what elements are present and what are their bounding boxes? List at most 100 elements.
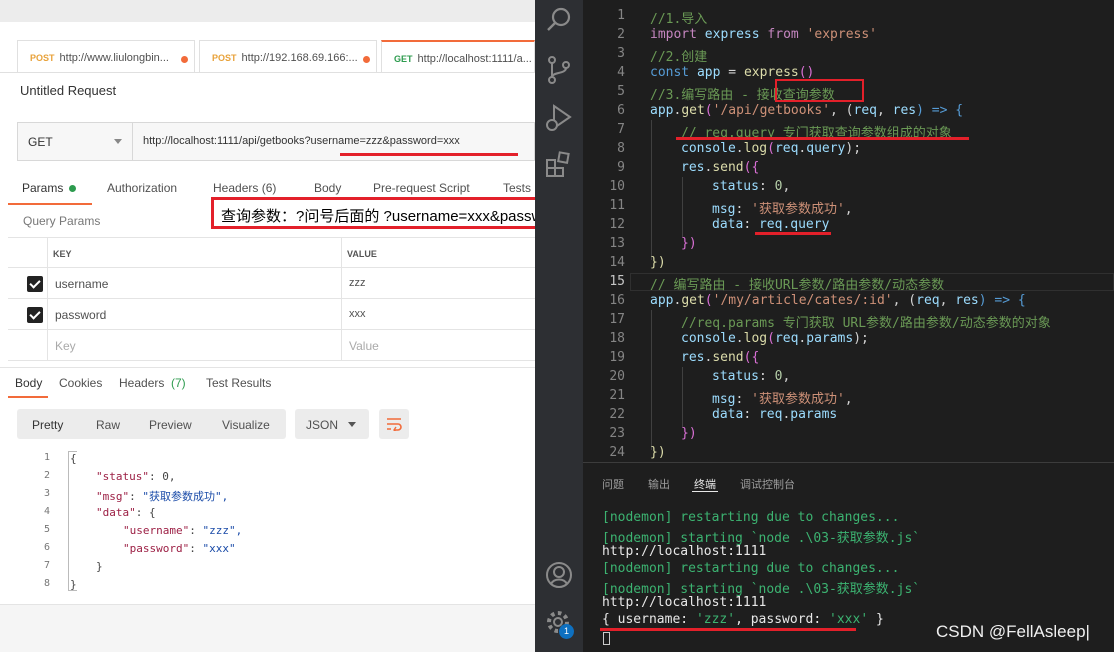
format-value: JSON <box>306 418 339 432</box>
request-tab-2[interactable]: POST http://192.168.69.166:... <box>199 40 377 73</box>
run-debug-icon[interactable] <box>541 100 577 136</box>
indent-guide <box>682 177 683 237</box>
code-line: res.send({ <box>681 160 760 175</box>
indent-guide <box>682 367 683 427</box>
line-number: 12 <box>609 217 625 232</box>
code-line: data: req.query <box>712 217 830 232</box>
response-tab-headers[interactable]: Headers <box>119 376 164 390</box>
postman-titlebar <box>0 0 535 22</box>
status-area <box>0 604 535 652</box>
code-line: msg: '获取参数成功', <box>712 392 853 407</box>
param-key[interactable]: username <box>55 277 108 291</box>
line-number: 23 <box>609 426 625 441</box>
terminal-line: http://localhost:1111 <box>602 544 767 559</box>
json-line: } <box>70 578 77 591</box>
response-tab-body[interactable]: Body <box>15 376 42 390</box>
source-control-icon[interactable] <box>541 52 577 88</box>
line-number: 2 <box>43 470 50 481</box>
json-value: 0, <box>155 470 176 483</box>
terminal-output-object: { username: 'zzz', password: 'xxx' } <box>602 612 884 627</box>
response-tab-cookies[interactable]: Cookies <box>59 376 102 390</box>
checkbox-password[interactable] <box>27 307 43 323</box>
code-line: msg: '获取参数成功', <box>712 202 853 217</box>
key-column-header: KEY <box>53 249 72 259</box>
code-line: // 编写路由 - 接收URL参数/路由参数/动态参数 <box>650 278 945 293</box>
line-number: 9 <box>617 160 625 175</box>
response-tab-test-results[interactable]: Test Results <box>206 376 271 390</box>
panel-tab-problems[interactable]: 问题 <box>602 476 624 492</box>
line-number: 5 <box>43 524 50 535</box>
line-number: 14 <box>609 255 625 270</box>
activity-bar <box>535 0 583 652</box>
view-preview[interactable]: Preview <box>149 418 192 432</box>
tab-method: GET <box>394 54 413 64</box>
line-number: 4 <box>617 65 625 80</box>
wrap-lines-button[interactable] <box>379 409 409 439</box>
response-body: 1 2 3 4 5 6 7 8 { "status": 0, "msg": "获… <box>0 449 535 609</box>
panel-tab-output[interactable]: 输出 <box>648 476 670 492</box>
line-number: 3 <box>617 46 625 61</box>
value-placeholder[interactable]: Value <box>349 339 379 353</box>
tab-body[interactable]: Body <box>314 181 341 195</box>
json-line: { <box>70 452 77 465</box>
unsaved-dot <box>181 56 188 63</box>
view-visualize[interactable]: Visualize <box>222 418 270 432</box>
line-number: 1 <box>43 452 50 463</box>
line-number: 21 <box>609 388 625 403</box>
table-row: username zzz <box>8 268 535 299</box>
param-value[interactable]: xxx <box>349 308 366 320</box>
view-raw[interactable]: Raw <box>96 418 120 432</box>
tab-method: POST <box>30 53 55 63</box>
chevron-down-icon <box>114 139 122 144</box>
underline-annotation <box>755 232 831 235</box>
tab-authorization[interactable]: Authorization <box>107 181 177 195</box>
tab-url: http://www.liulongbin... <box>59 52 169 64</box>
panel-tab-terminal[interactable]: 终端 <box>694 476 716 492</box>
tab-params[interactable]: Params <box>22 181 63 195</box>
code-line: }) <box>650 445 666 460</box>
panel-tab-debug-console[interactable]: 调试控制台 <box>740 476 795 492</box>
terminal-line: [nodemon] restarting due to changes... <box>602 561 900 576</box>
param-value[interactable]: zzz <box>349 277 366 289</box>
request-tab-1[interactable]: POST http://www.liulongbin... <box>17 40 195 73</box>
key-placeholder[interactable]: Key <box>55 339 76 353</box>
wrap-icon <box>387 418 402 431</box>
request-tab-3-active[interactable]: GET http://localhost:1111/a... <box>381 40 535 73</box>
method-select[interactable]: GET <box>17 122 133 161</box>
format-select[interactable]: JSON <box>295 409 369 439</box>
line-number: 18 <box>609 331 625 346</box>
extensions-icon[interactable] <box>541 147 577 183</box>
table-row-empty: Key Value <box>8 330 535 361</box>
line-number: 17 <box>609 312 625 327</box>
request-title[interactable]: Untitled Request <box>20 83 116 98</box>
code-line: //req.params 专门获取 URL参数/路由参数/动态参数的对象 <box>681 316 1051 331</box>
url-input[interactable]: http://localhost:1111/api/getbooks?usern… <box>143 135 460 147</box>
params-table: KEY VALUE username zzz password xxx Key … <box>8 237 535 362</box>
json-key: "username" <box>123 524 190 537</box>
account-icon[interactable] <box>541 557 577 593</box>
search-icon[interactable] <box>541 2 577 38</box>
line-number: 20 <box>609 369 625 384</box>
line-number: 6 <box>617 103 625 118</box>
value-column-header: VALUE <box>347 249 377 259</box>
tab-headers[interactable]: Headers (6) <box>213 181 276 195</box>
column-divider <box>341 237 342 361</box>
tab-tests[interactable]: Tests <box>503 181 531 195</box>
checkbox-username[interactable] <box>27 276 43 292</box>
tab-url: http://192.168.69.166:... <box>241 52 358 64</box>
tab-pre-request-script[interactable]: Pre-request Script <box>373 181 470 195</box>
params-active-dot <box>69 185 76 192</box>
view-pretty[interactable]: Pretty <box>32 418 63 432</box>
line-number: 8 <box>617 141 625 156</box>
column-divider <box>47 237 48 361</box>
active-tab-indicator <box>8 203 92 205</box>
code-line: console.log(req.query); <box>681 141 862 156</box>
json-key: "data" <box>96 506 136 519</box>
param-key[interactable]: password <box>55 308 106 322</box>
line-number-current: 15 <box>609 274 625 289</box>
line-number: 7 <box>617 122 625 137</box>
line-number: 4 <box>43 506 50 517</box>
code-line: const app = express() <box>650 65 815 80</box>
json-value: "获取参数成功", <box>135 490 229 503</box>
code-line: //1.导入 <box>650 12 708 27</box>
